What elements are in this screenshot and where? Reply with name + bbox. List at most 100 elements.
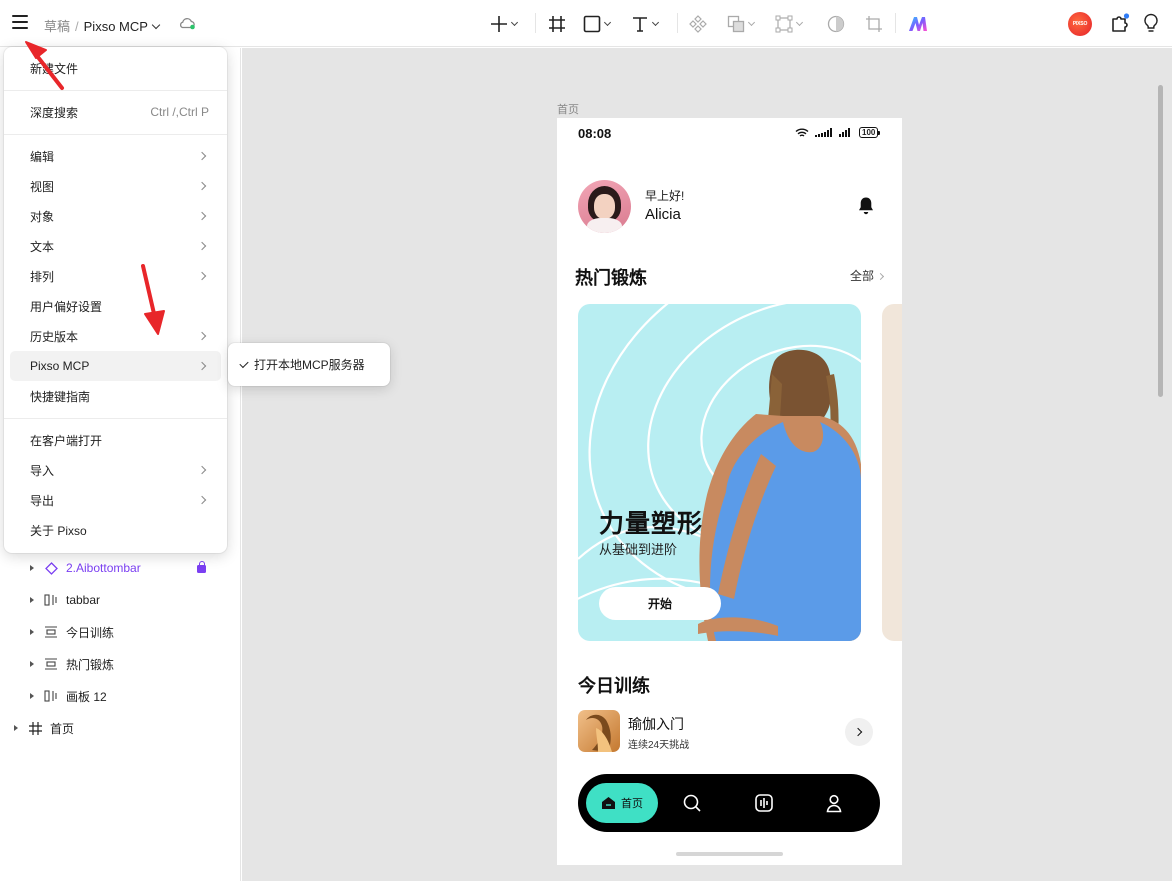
see-all-link[interactable]: 全部 bbox=[850, 267, 885, 284]
mask-tool[interactable] bbox=[827, 12, 845, 36]
chevron-right-icon bbox=[197, 361, 207, 371]
vertical-layout-icon bbox=[44, 625, 58, 639]
insert-tool[interactable] bbox=[490, 12, 519, 36]
menu-item-label: 用户偏好设置 bbox=[30, 299, 103, 314]
profile-icon[interactable] bbox=[824, 793, 844, 813]
lightbulb-icon[interactable] bbox=[1142, 13, 1160, 33]
tab-home[interactable]: 首页 bbox=[586, 783, 658, 823]
bell-icon[interactable] bbox=[857, 196, 875, 216]
ai-tool[interactable] bbox=[908, 12, 928, 36]
menu-item-label: 导入 bbox=[30, 463, 55, 478]
vertical-layout-icon bbox=[44, 657, 58, 671]
expand-triangle-icon[interactable] bbox=[30, 565, 34, 571]
component-icon bbox=[44, 561, 58, 575]
plugin-icon[interactable] bbox=[1110, 13, 1130, 33]
main-menu-icon[interactable] bbox=[12, 15, 28, 29]
menu-item-preferences[interactable]: 用户偏好设置 bbox=[10, 291, 221, 321]
menu-item-pixso-mcp[interactable]: Pixso MCP bbox=[10, 351, 221, 381]
home-indicator bbox=[676, 852, 783, 856]
expand-triangle-icon[interactable] bbox=[14, 725, 18, 731]
menu-item-version-history[interactable]: 历史版本 bbox=[10, 321, 221, 351]
main-menu-dropdown: 新建文件 深度搜索 Ctrl /,Ctrl P 编辑 视图 对象 文本 排列 用户… bbox=[4, 47, 227, 553]
battery-icon: 100 bbox=[859, 127, 881, 138]
profile-avatar[interactable] bbox=[578, 180, 631, 233]
menu-item-arrange[interactable]: 排列 bbox=[10, 261, 221, 291]
layer-row[interactable]: 2.Aibottombar bbox=[30, 556, 141, 580]
frame-label[interactable]: 首页 bbox=[557, 101, 579, 117]
boolean-tool[interactable] bbox=[727, 12, 756, 36]
menu-item-view[interactable]: 视图 bbox=[10, 171, 221, 201]
menu-item-new-file[interactable]: 新建文件 bbox=[10, 53, 221, 83]
expand-triangle-icon[interactable] bbox=[30, 661, 34, 667]
expand-triangle-icon[interactable] bbox=[30, 629, 34, 635]
home-icon bbox=[602, 797, 615, 809]
layer-name: 今日训练 bbox=[66, 625, 115, 640]
menu-item-label: 排列 bbox=[30, 269, 55, 284]
menu-item-import[interactable]: 导入 bbox=[10, 455, 221, 485]
submenu-item-open-local-mcp[interactable]: 打开本地MCP服务器 bbox=[254, 356, 365, 373]
rectangle-icon bbox=[583, 15, 601, 33]
menu-item-about[interactable]: 关于 Pixso bbox=[10, 515, 221, 545]
workout-card[interactable]: 力量塑形 从基础到进阶 开始 bbox=[578, 304, 861, 641]
menu-item-label: 历史版本 bbox=[30, 329, 79, 344]
pixso-mcp-submenu[interactable]: 打开本地MCP服务器 bbox=[228, 343, 390, 386]
menu-item-open-in-client[interactable]: 在客户端打开 bbox=[10, 425, 221, 455]
card-title: 力量塑形 bbox=[599, 510, 704, 538]
chevron-down-icon bbox=[747, 18, 756, 27]
file-name[interactable]: Pixso MCP bbox=[84, 19, 148, 34]
menu-item-shortcuts-guide[interactable]: 快捷键指南 bbox=[10, 381, 221, 411]
toolbar-divider bbox=[677, 13, 678, 33]
frame-tool[interactable] bbox=[548, 12, 566, 36]
menu-item-object[interactable]: 对象 bbox=[10, 201, 221, 231]
status-time: 08:08 bbox=[578, 126, 612, 141]
expand-triangle-icon[interactable] bbox=[30, 693, 34, 699]
expand-triangle-icon[interactable] bbox=[30, 597, 34, 603]
section-title-today: 今日训练 bbox=[578, 676, 650, 696]
workout-card-next[interactable] bbox=[882, 304, 902, 641]
chevron-down-icon[interactable] bbox=[151, 20, 161, 30]
vector-tool[interactable] bbox=[775, 12, 804, 36]
check-icon bbox=[239, 358, 249, 368]
frame-icon bbox=[28, 721, 42, 735]
cloud-sync-icon[interactable] bbox=[178, 15, 196, 31]
layer-row[interactable]: 今日训练 bbox=[30, 620, 114, 644]
layer-row[interactable]: 热门锻炼 bbox=[30, 652, 114, 676]
menu-item-export[interactable]: 导出 bbox=[10, 485, 221, 515]
text-icon bbox=[633, 17, 647, 32]
mask-icon bbox=[827, 15, 845, 33]
menu-item-label: 视图 bbox=[30, 179, 55, 194]
layer-row[interactable]: 首页 bbox=[14, 716, 74, 740]
chevron-right-button[interactable] bbox=[845, 718, 873, 746]
crop-tool[interactable] bbox=[865, 12, 883, 36]
status-icons: 100 bbox=[795, 127, 881, 138]
menu-item-deep-search[interactable]: 深度搜索 Ctrl /,Ctrl P bbox=[10, 97, 221, 127]
canvas-scrollbar[interactable] bbox=[1158, 85, 1163, 397]
layer-name: 热门锻炼 bbox=[66, 657, 115, 672]
layer-row[interactable]: tabbar bbox=[30, 588, 100, 612]
search-icon[interactable] bbox=[682, 793, 702, 813]
component-tool[interactable] bbox=[689, 12, 707, 36]
chevron-down-icon bbox=[603, 18, 612, 27]
today-workout-item[interactable]: 瑜伽入门 连续24天挑战 bbox=[578, 710, 878, 754]
bottom-tabbar: 首页 bbox=[578, 774, 880, 832]
lock-icon[interactable] bbox=[197, 561, 206, 573]
menu-item-text[interactable]: 文本 bbox=[10, 231, 221, 261]
menu-item-label: 编辑 bbox=[30, 149, 55, 164]
menu-item-label: 新建文件 bbox=[30, 61, 79, 76]
chevron-right-icon bbox=[197, 151, 207, 161]
chevron-right-icon bbox=[197, 465, 207, 475]
chevron-right-icon bbox=[197, 271, 207, 281]
phone-frame[interactable]: 08:08 100 早上好! Alicia 热门锻炼 全部 力量塑形 从基础到进… bbox=[557, 118, 902, 865]
text-tool[interactable] bbox=[631, 12, 660, 36]
stats-icon[interactable] bbox=[754, 793, 774, 813]
menu-item-label: Pixso MCP bbox=[30, 359, 90, 373]
layer-row[interactable]: 画板 12 bbox=[30, 684, 107, 708]
shape-tool[interactable] bbox=[583, 12, 612, 36]
menu-item-label: 深度搜索 bbox=[30, 105, 79, 120]
breadcrumb-folder[interactable]: 草稿 bbox=[44, 19, 70, 34]
chevron-right-icon bbox=[876, 272, 885, 281]
start-button[interactable]: 开始 bbox=[599, 587, 721, 620]
user-avatar[interactable]: PIXSO bbox=[1068, 12, 1092, 36]
menu-item-shortcut: Ctrl /,Ctrl P bbox=[150, 105, 209, 119]
menu-item-edit[interactable]: 编辑 bbox=[10, 141, 221, 171]
